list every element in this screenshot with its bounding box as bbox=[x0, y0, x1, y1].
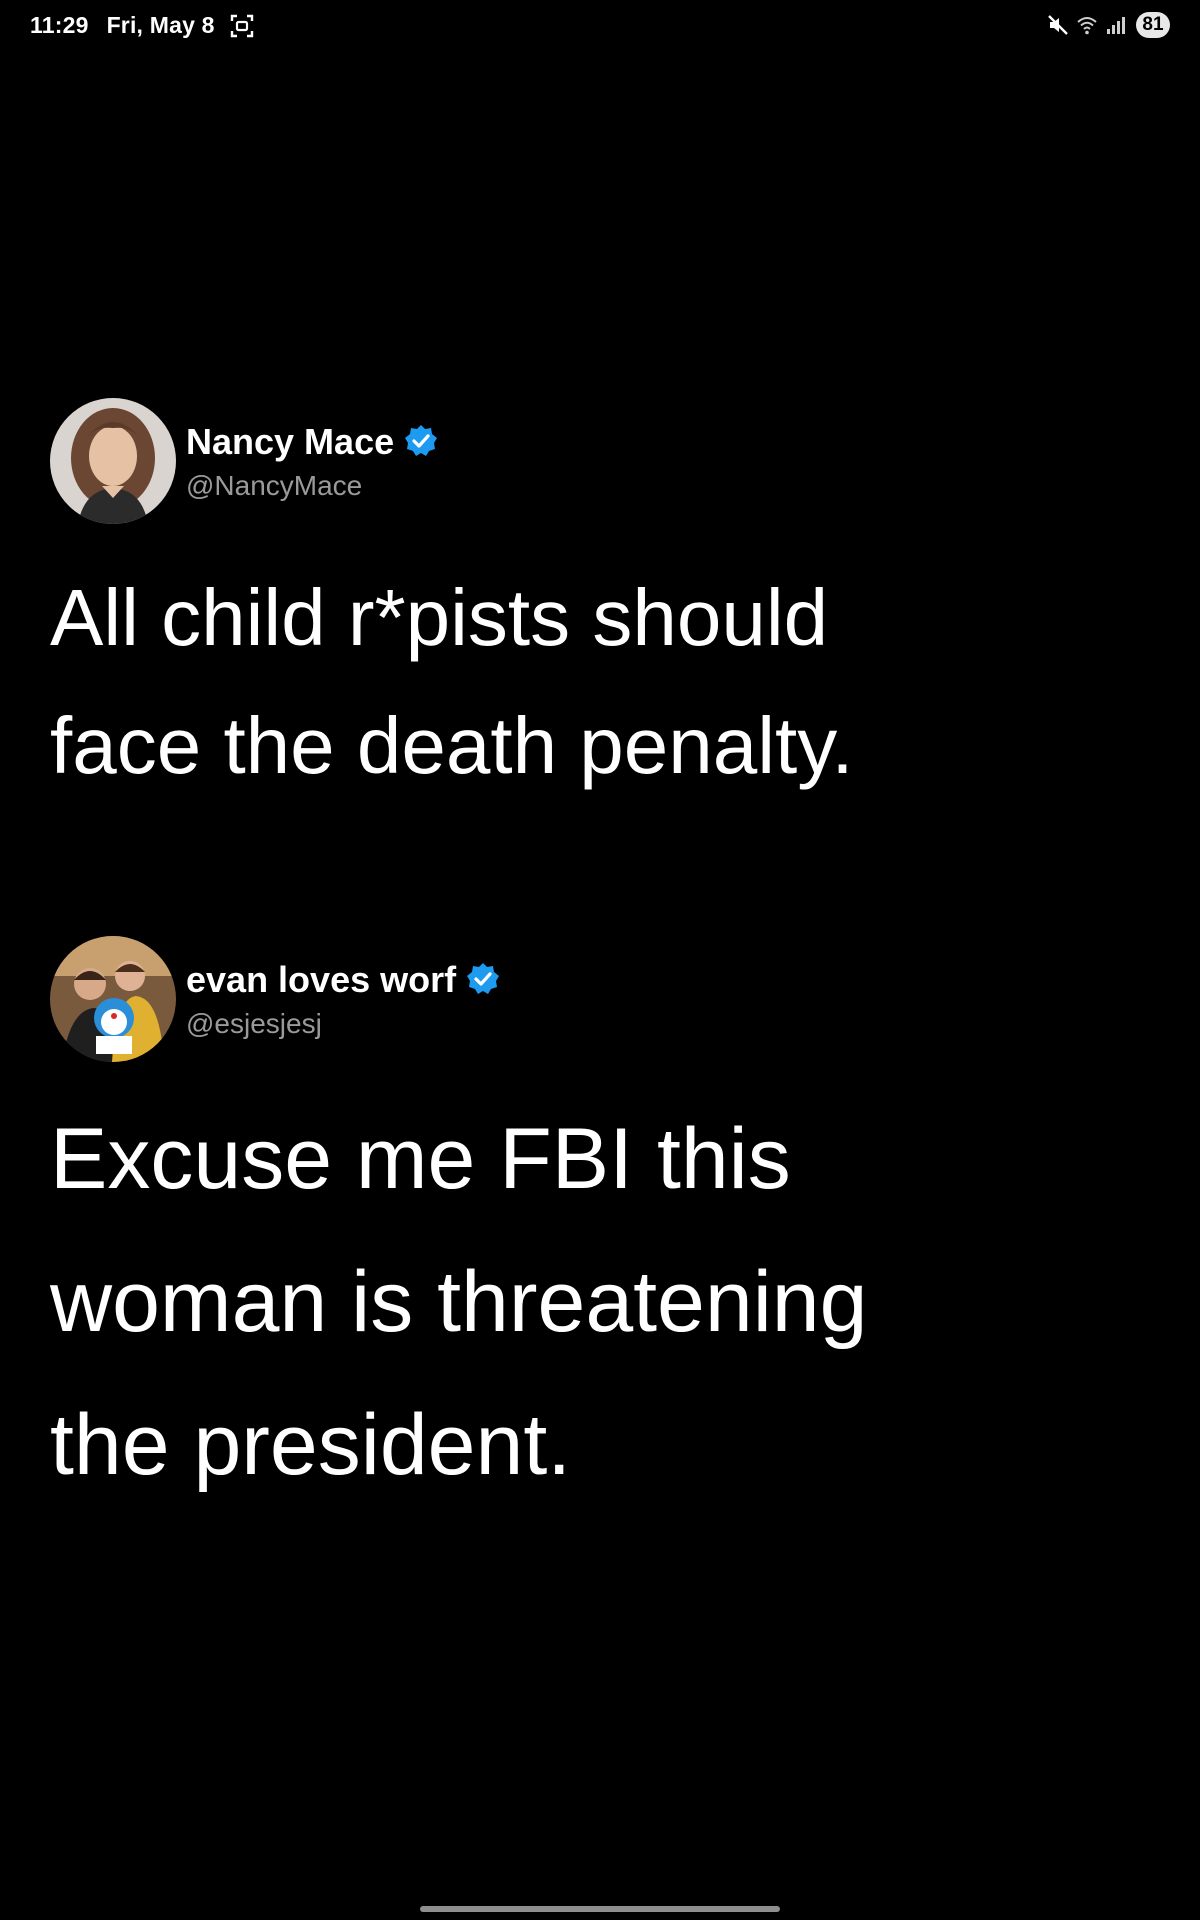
tweet-text-line: woman is threatening bbox=[50, 1254, 868, 1350]
status-left: 11:29 Fri, May 8 bbox=[30, 12, 255, 39]
tweet-evan-loves-worf: evan loves worf @esjesjesj Excuse me FBI… bbox=[50, 936, 1150, 1517]
identity: evan loves worf @esjesjesj bbox=[186, 958, 500, 1041]
signal-icon bbox=[1105, 14, 1127, 36]
status-bar: 11:29 Fri, May 8 81 bbox=[0, 0, 1200, 60]
tweet-nancy-mace: Nancy Mace @NancyMace All child r*pists … bbox=[50, 398, 1150, 810]
tweet-header: Nancy Mace @NancyMace bbox=[50, 398, 1150, 524]
avatar[interactable] bbox=[50, 398, 176, 524]
mute-icon bbox=[1047, 14, 1069, 36]
wifi-icon bbox=[1076, 14, 1098, 36]
screenshot-icon bbox=[229, 13, 255, 39]
tweet-text-line: All child r*pists should bbox=[50, 573, 829, 662]
name-row: Nancy Mace bbox=[186, 420, 438, 463]
display-name[interactable]: Nancy Mace bbox=[186, 420, 394, 463]
name-row: evan loves worf bbox=[186, 958, 500, 1001]
tweet-text-line: the president. bbox=[50, 1397, 572, 1493]
tweet-header: evan loves worf @esjesjesj bbox=[50, 936, 1150, 1062]
avatar[interactable] bbox=[50, 936, 176, 1062]
tweet-text: All child r*pists should face the death … bbox=[50, 554, 1130, 810]
status-time: 11:29 bbox=[30, 12, 89, 38]
handle[interactable]: @NancyMace bbox=[186, 469, 438, 503]
tweet-text: Excuse me FBI this woman is threatening … bbox=[50, 1088, 1130, 1517]
display-name[interactable]: evan loves worf bbox=[186, 958, 456, 1001]
battery-icon: 81 bbox=[1136, 12, 1170, 38]
tweet-text-line: face the death penalty. bbox=[50, 701, 854, 790]
handle[interactable]: @esjesjesj bbox=[186, 1007, 500, 1041]
status-right: 81 bbox=[1047, 12, 1170, 38]
verified-badge-icon bbox=[466, 962, 500, 996]
home-indicator[interactable] bbox=[420, 1906, 780, 1912]
identity: Nancy Mace @NancyMace bbox=[186, 420, 438, 503]
verified-badge-icon bbox=[404, 424, 438, 458]
status-date: Fri, May 8 bbox=[106, 12, 215, 38]
tweet-text-line: Excuse me FBI this bbox=[50, 1111, 791, 1207]
